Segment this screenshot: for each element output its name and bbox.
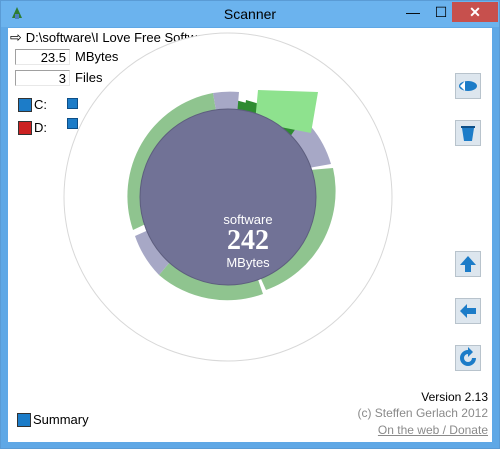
drive-d-icon	[18, 120, 32, 135]
copyright-text: (c) Steffen Gerlach 2012	[357, 406, 488, 420]
scanner-client-area: ⇨ D:\software\I Love Free Software 23.5 …	[8, 28, 492, 442]
summary-icon	[17, 412, 31, 427]
version-text: Version 2.13	[421, 390, 488, 404]
center-info: software 242 MBytes	[193, 212, 303, 270]
scanner-window: Scanner — ☐ ✕ ⇨ D:\software\I Love Free …	[0, 0, 500, 449]
drive-c[interactable]: C:	[18, 97, 47, 112]
back-icon	[460, 304, 476, 318]
drive-d[interactable]: D:	[18, 120, 47, 135]
trash-icon	[461, 126, 475, 141]
web-donate-link[interactable]: On the web / Donate	[378, 423, 488, 437]
up-button[interactable]	[455, 251, 481, 277]
drive-c-icon	[18, 97, 32, 112]
size-value: 23.5	[15, 49, 70, 65]
files-value: 3	[15, 70, 70, 86]
back-button[interactable]	[455, 298, 481, 324]
summary-toggle[interactable]: Summary	[17, 412, 89, 427]
refresh-icon	[460, 347, 476, 366]
up-icon	[460, 256, 476, 272]
path-arrow-icon: ⇨	[10, 28, 22, 45]
center-size-unit: MBytes	[226, 255, 270, 270]
title-bar: Scanner — ☐ ✕	[1, 1, 499, 27]
minimize-button[interactable]: —	[398, 2, 428, 22]
disk-usage-donut-chart	[63, 32, 393, 362]
close-button[interactable]: ✕	[452, 2, 498, 22]
center-size-value: 242	[227, 225, 269, 256]
drive-c-label: C:	[34, 97, 47, 112]
summary-label: Summary	[33, 412, 89, 427]
trash-button[interactable]	[455, 120, 481, 146]
expand-button[interactable]	[455, 73, 481, 99]
refresh-button[interactable]	[455, 345, 481, 371]
expand-icon	[459, 81, 477, 91]
drive-d-label: D:	[34, 120, 47, 135]
